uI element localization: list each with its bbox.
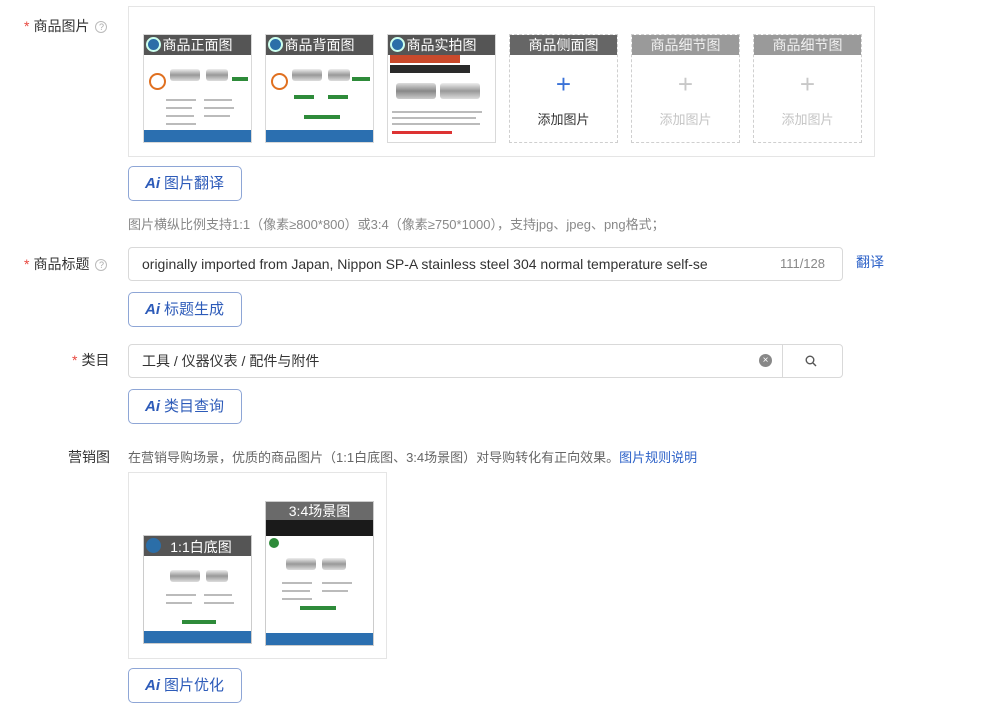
help-icon[interactable]: ? <box>95 259 108 271</box>
title-label: * 商品标题? <box>24 254 108 274</box>
info-icon <box>149 73 166 90</box>
category-selector[interactable]: 工具 / 仪器仪表 / 配件与附件 × <box>128 344 843 378</box>
help-icon[interactable]: ? <box>95 21 108 33</box>
add-detail-image-button[interactable]: 商品细节图 + 添加图片 <box>753 34 862 143</box>
brand-logo-icon <box>146 538 161 553</box>
clear-icon[interactable]: × <box>759 354 772 367</box>
search-icon <box>805 355 817 367</box>
white-background-image[interactable]: 1:1白底图 <box>143 535 252 644</box>
product-images-label: * 商品图片? <box>24 16 108 36</box>
brand-banner <box>266 520 373 536</box>
plus-icon: + <box>677 69 694 99</box>
image-footer-bar <box>144 130 251 142</box>
scene-image[interactable]: 3:4场景图 <box>265 501 374 646</box>
char-counter: 111/128 <box>779 256 825 271</box>
marketing-images-panel: 1:1白底图 3:4场景图 <box>128 472 387 659</box>
brand-logo-icon <box>146 37 161 52</box>
image-translate-button[interactable]: Ai 图片翻译 <box>128 166 243 201</box>
image-caption: 3:4场景图 <box>266 502 373 520</box>
plus-icon: + <box>555 69 572 99</box>
category-label: * 类目 <box>72 352 110 368</box>
front-image-thumbnail[interactable]: 商品正面图 <box>143 34 252 143</box>
category-search-button[interactable] <box>782 344 842 378</box>
image-footer-bar <box>266 130 373 142</box>
product-photo <box>144 55 251 142</box>
back-image-thumbnail[interactable]: 商品背面图 <box>265 34 374 143</box>
image-format-hint: 图片横纵比例支持1:1（像素≥800*800）或3:4（像素≥750*1000）… <box>128 217 665 232</box>
image-caption: 1:1白底图 <box>170 539 232 555</box>
plus-icon: + <box>799 69 816 99</box>
add-side-image-button[interactable]: 商品侧面图 + 添加图片 <box>509 34 618 143</box>
category-query-button[interactable]: Ai 类目查询 <box>128 389 243 424</box>
title-input[interactable]: originally imported from Japan, Nippon S… <box>128 247 843 281</box>
title-generate-button[interactable]: Ai 标题生成 <box>128 292 243 327</box>
fitting-image <box>292 69 322 81</box>
translate-link[interactable]: 翻译 <box>856 252 884 272</box>
brand-logo-icon <box>390 37 405 52</box>
fitting-image <box>328 69 350 81</box>
brand-logo-icon <box>268 37 283 52</box>
fitting-image <box>170 69 200 81</box>
product-photo <box>388 55 495 142</box>
product-photo <box>266 55 373 142</box>
image-optimize-button[interactable]: Ai 图片优化 <box>128 668 243 703</box>
add-detail-image-button[interactable]: 商品细节图 + 添加图片 <box>631 34 740 143</box>
info-icon <box>271 73 288 90</box>
marketing-label: 营销图 <box>68 449 110 465</box>
live-photo-thumbnail[interactable]: 商品实拍图 <box>387 34 496 143</box>
marketing-description: 在营销导购场景，优质的商品图片（1:1白底图、3:4场景图）对导购转化有正向效果… <box>128 450 698 465</box>
ai-icon: Ai <box>145 175 160 192</box>
ai-icon: Ai <box>145 677 160 694</box>
image-rules-link[interactable]: 图片规则说明 <box>619 450 697 465</box>
fitting-image <box>206 69 228 81</box>
ai-icon: Ai <box>145 301 160 318</box>
product-images-panel: 商品正面图 商品背面图 商品实拍图 商品侧面图 + 添加图片 商品细节图 + 添… <box>128 6 875 157</box>
ai-icon: Ai <box>145 398 160 415</box>
